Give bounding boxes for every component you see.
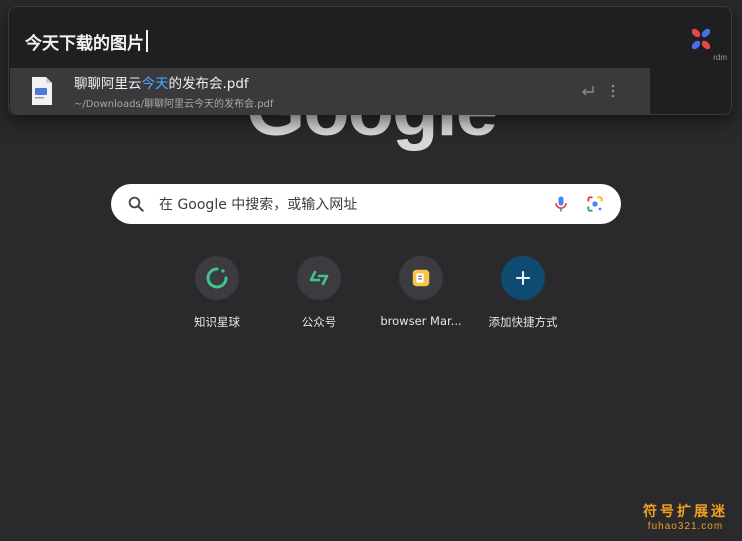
command-palette: 今天下载的图片 rdm 聊聊阿里云今天的发布会.pdf ~/Downloads/… [8, 6, 732, 115]
watermark: 符号扩展迷 fuhao321.com [643, 501, 728, 532]
shortcut-tile[interactable] [501, 256, 545, 300]
shortcuts-row: 知识星球 公众号 browser Mar... 添加快捷方式 [166, 256, 574, 330]
result-title-post: 的发布会.pdf [168, 76, 249, 92]
microphone-icon[interactable] [551, 194, 571, 214]
more-options-icon[interactable] [610, 83, 616, 99]
shortcut-wechat-mp[interactable]: 公众号 [268, 256, 370, 330]
zsxq-ring-icon [206, 267, 228, 289]
search-placeholder[interactable]: 在 Google 中搜索，或输入网址 [159, 194, 537, 214]
shortcut-label: 添加快捷方式 [488, 315, 558, 329]
new-tab-page: Google 在 Google 中搜索，或输入网址 [0, 0, 742, 541]
plus-icon [515, 270, 531, 286]
result-path: ~/Downloads/聊聊阿里云今天的发布会.pdf [74, 99, 274, 110]
wechat-mp-icon [309, 270, 329, 286]
google-lens-icon[interactable] [585, 194, 605, 214]
watermark-main: 符号扩展迷 [643, 504, 728, 520]
watermark-sub: fuhao321.com [647, 521, 724, 532]
browser-marks-icon [412, 269, 430, 287]
palette-query-text[interactable]: 今天下载的图片 [25, 29, 144, 54]
shortcut-tile[interactable] [399, 256, 443, 300]
shortcut-browser-marks[interactable]: browser Mar... [370, 256, 472, 330]
palette-query-input[interactable]: 今天下载的图片 [25, 21, 148, 61]
shortcut-tile[interactable] [195, 256, 239, 300]
result-title-highlight: 今天 [141, 76, 169, 92]
result-title: 聊聊阿里云今天的发布会.pdf [74, 72, 273, 92]
palette-result-item[interactable]: 聊聊阿里云今天的发布会.pdf ~/Downloads/聊聊阿里云今天的发布会.… [10, 68, 650, 114]
shortcut-zsxq[interactable]: 知识星球 [166, 256, 268, 330]
search-box[interactable]: 在 Google 中搜索，或输入网址 [111, 184, 621, 224]
shortcut-add[interactable]: 添加快捷方式 [472, 256, 574, 330]
search-icon [128, 196, 144, 212]
enter-key-icon [582, 86, 594, 96]
brand-label: rdm [713, 53, 727, 62]
result-title-pre: 聊聊阿里云 [74, 76, 142, 92]
shortcut-label: browser Mar... [380, 314, 462, 328]
rdm-logo-icon [691, 28, 711, 50]
shortcut-tile[interactable] [297, 256, 341, 300]
shortcut-label: 公众号 [301, 315, 337, 329]
text-caret [146, 30, 148, 52]
shortcut-label: 知识星球 [194, 315, 240, 329]
pdf-file-icon [32, 77, 52, 105]
